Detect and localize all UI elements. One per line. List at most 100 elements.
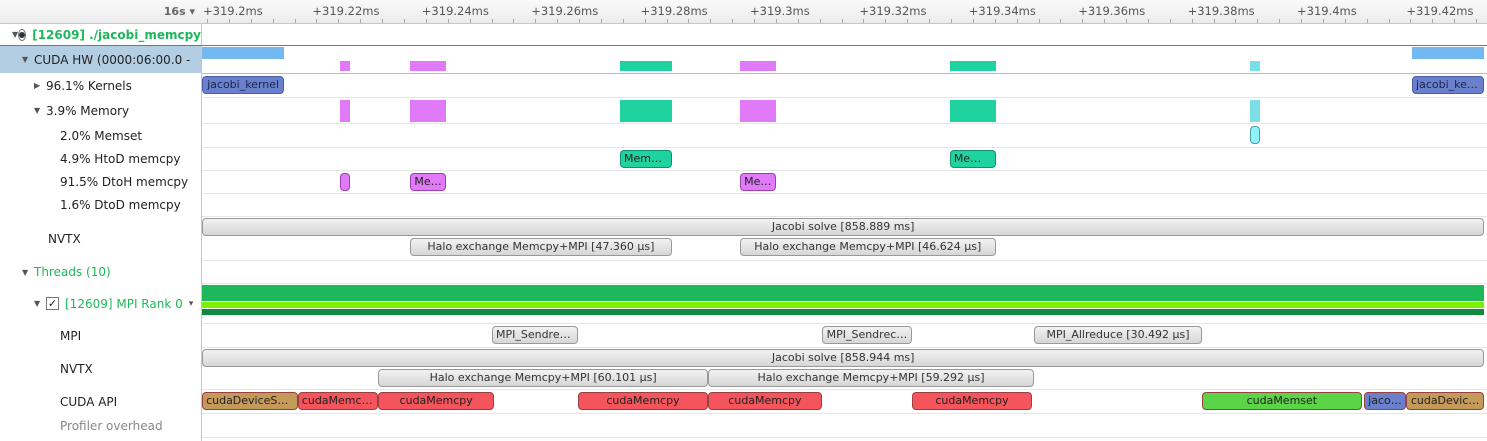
htod-row[interactable]: 4.9% HtoD memcpy Memc… Mem…: [0, 148, 1487, 171]
dtod-row[interactable]: 1.6% DtoD memcpy: [0, 194, 1487, 217]
cuda-api-call[interactable]: cudaMemcpy: [577, 392, 709, 410]
row-label: 96.1% Kernels: [46, 78, 132, 93]
nvtx-range[interactable]: Halo exchange Memcpy+MPI [60.101 µs]: [378, 369, 709, 387]
tick-mark: [863, 19, 865, 23]
mpi-row[interactable]: MPI MPI_Sendrec… MPI_Sendrec… MPI_Allreduce…: [0, 324, 1487, 348]
row-label: 3.9% Memory: [46, 103, 130, 118]
tick-mark: [1301, 19, 1302, 23]
tick-mark: [688, 19, 690, 23]
tick-mark: [666, 19, 668, 23]
tick-mark: [469, 19, 471, 23]
memset-bar[interactable]: [1250, 126, 1260, 144]
nvtx-row[interactable]: NVTX Jacobi solve [858.944 ms] Halo exchan…: [0, 348, 1487, 390]
timeline-ruler[interactable]: 16s ▾ +319.2ms +319.22ms +319.24ms +319.26m…: [0, 0, 1487, 24]
cuda-api-call[interactable]: jaco…: [1363, 392, 1406, 410]
zoom-label: 16s: [163, 5, 186, 18]
tick-mark: [1454, 19, 1456, 23]
tick-mark: [1104, 19, 1106, 23]
tick-label: +319.38ms: [1187, 4, 1255, 18]
row-label: CUDA API: [60, 394, 118, 409]
nvtx-range[interactable]: Halo exchange Memcpy+MPI [59.292 µs]: [708, 369, 1035, 387]
cuda-api-row[interactable]: CUDA API cudaDeviceSy… cudaMemcpy cudaMemcp…: [0, 390, 1487, 414]
profiler-overhead-row[interactable]: Profiler overhead: [0, 414, 1487, 438]
threads-row[interactable]: ▼ Threads (10): [0, 261, 1487, 284]
dtoh-usage-block[interactable]: [339, 100, 350, 122]
htod-usage-block[interactable]: [949, 100, 996, 122]
thread-state-bar[interactable]: [202, 285, 1485, 301]
memset-row[interactable]: 2.0% Memset: [0, 124, 1487, 148]
row-label: Threads (10): [34, 265, 111, 279]
cuda-api-call[interactable]: cudaMemcpy: [912, 392, 1032, 410]
kernel-bar[interactable]: jacobi_ker…: [1412, 76, 1485, 94]
dtoh-row[interactable]: 91.5% DtoH memcpy Me… Me…: [0, 171, 1487, 194]
cuda-api-call[interactable]: cudaMemset: [1201, 392, 1362, 410]
cuda-api-call[interactable]: cudaDevic…: [1406, 392, 1485, 410]
mpi-call[interactable]: MPI_Allreduce [30.492 µs]: [1034, 326, 1202, 344]
nvtx-range[interactable]: Jacobi solve [858.944 ms]: [202, 349, 1485, 367]
tick-label: +319.22ms: [312, 4, 380, 18]
thread-activity-bar[interactable]: [202, 302, 1485, 308]
dtoh-bar[interactable]: Me…: [739, 173, 776, 191]
tick-mark: [425, 19, 427, 23]
dtoh-bar[interactable]: [339, 173, 350, 191]
dtoh-usage-block[interactable]: [739, 100, 776, 122]
dtoh-bar[interactable]: Me…: [409, 173, 447, 191]
tick-mark: [316, 19, 318, 23]
cuda-hw-row[interactable]: ▼ CUDA HW (0000:06:00.0 -: [0, 46, 1487, 74]
tick-label: +319.2ms: [203, 4, 263, 18]
row-label: 2.0% Memset: [60, 128, 143, 143]
nvtx-range[interactable]: Jacobi solve [858.889 ms]: [202, 218, 1485, 236]
expand-icon[interactable]: ▶: [34, 81, 46, 90]
cuda-api-call[interactable]: cudaMemcpy: [708, 392, 822, 410]
cuda-api-call[interactable]: cudaDeviceSy…: [202, 392, 298, 410]
process-row[interactable]: ▼ [12609] ./jacobi_memcpy: [0, 24, 1487, 46]
mpi-rank-row[interactable]: ▼ ✓ [12609] MPI Rank 0 ▾: [0, 284, 1487, 324]
zoom-dropdown[interactable]: 16s ▾: [164, 5, 195, 18]
tick-mark: [1279, 19, 1281, 23]
tick-mark: [535, 19, 537, 23]
process-label: [12609] ./jacobi_memcpy: [32, 27, 201, 42]
row-label: [12609] MPI Rank 0: [65, 296, 183, 311]
dtoh-usage-block[interactable]: [409, 61, 447, 71]
collapse-icon[interactable]: ▼: [34, 299, 46, 308]
tick-mark: [885, 19, 887, 23]
mpi-call[interactable]: MPI_Sendrec…: [491, 326, 578, 344]
htod-usage-block[interactable]: [619, 100, 672, 122]
kernel-bar[interactable]: jacobi_kernel: [202, 76, 285, 94]
memory-row[interactable]: ▼ 3.9% Memory: [0, 98, 1487, 124]
collapse-icon[interactable]: ▼: [22, 55, 34, 64]
htod-row-label-cell: 4.9% HtoD memcpy: [0, 148, 202, 170]
checkbox[interactable]: ✓: [46, 297, 59, 310]
tick-mark: [1016, 19, 1018, 23]
nvtx-range[interactable]: Halo exchange Memcpy+MPI [47.360 µs]: [409, 238, 672, 256]
tick-mark: [1432, 19, 1434, 23]
mpi-rank-row-label-cell: ▼ ✓ [12609] MPI Rank 0 ▾: [0, 284, 202, 323]
kernel-usage-block[interactable]: [1412, 47, 1485, 59]
htod-bar[interactable]: Mem…: [949, 150, 996, 168]
memset-usage-block[interactable]: [1250, 100, 1260, 122]
dropdown-icon[interactable]: ▾: [189, 299, 194, 309]
tick-mark: [1038, 19, 1040, 23]
nvtx-range[interactable]: Halo exchange Memcpy+MPI [46.624 µs]: [739, 238, 996, 256]
kernels-row[interactable]: ▶ 96.1% Kernels jacobi_kernel jacobi_ker…: [0, 74, 1487, 98]
dtoh-usage-block[interactable]: [409, 100, 447, 122]
tick-mark: [841, 19, 843, 23]
htod-usage-block[interactable]: [619, 61, 672, 71]
cuda-api-call[interactable]: cudaMemcpy: [378, 392, 495, 410]
memset-usage-block[interactable]: [1250, 61, 1260, 71]
cuda-api-call[interactable]: cudaMemcpy: [297, 392, 379, 410]
collapse-icon[interactable]: ▼: [22, 268, 34, 277]
tick-label: +319.36ms: [1078, 4, 1146, 18]
htod-bar[interactable]: Memc…: [619, 150, 672, 168]
tick-mark: [338, 19, 340, 23]
nvtx-gpu-row[interactable]: NVTX Jacobi solve [858.889 ms] Halo exchan…: [0, 217, 1487, 261]
mpi-call[interactable]: MPI_Sendrec…: [821, 326, 913, 344]
radio-icon[interactable]: [18, 28, 27, 41]
tick-mark: [1082, 19, 1084, 23]
dtoh-usage-block[interactable]: [739, 61, 776, 71]
htod-usage-block[interactable]: [949, 61, 996, 71]
kernel-usage-block[interactable]: [202, 47, 285, 59]
thread-sampling-bar[interactable]: [202, 309, 1485, 315]
collapse-icon[interactable]: ▼: [34, 106, 46, 115]
dtoh-usage-block[interactable]: [339, 61, 350, 71]
